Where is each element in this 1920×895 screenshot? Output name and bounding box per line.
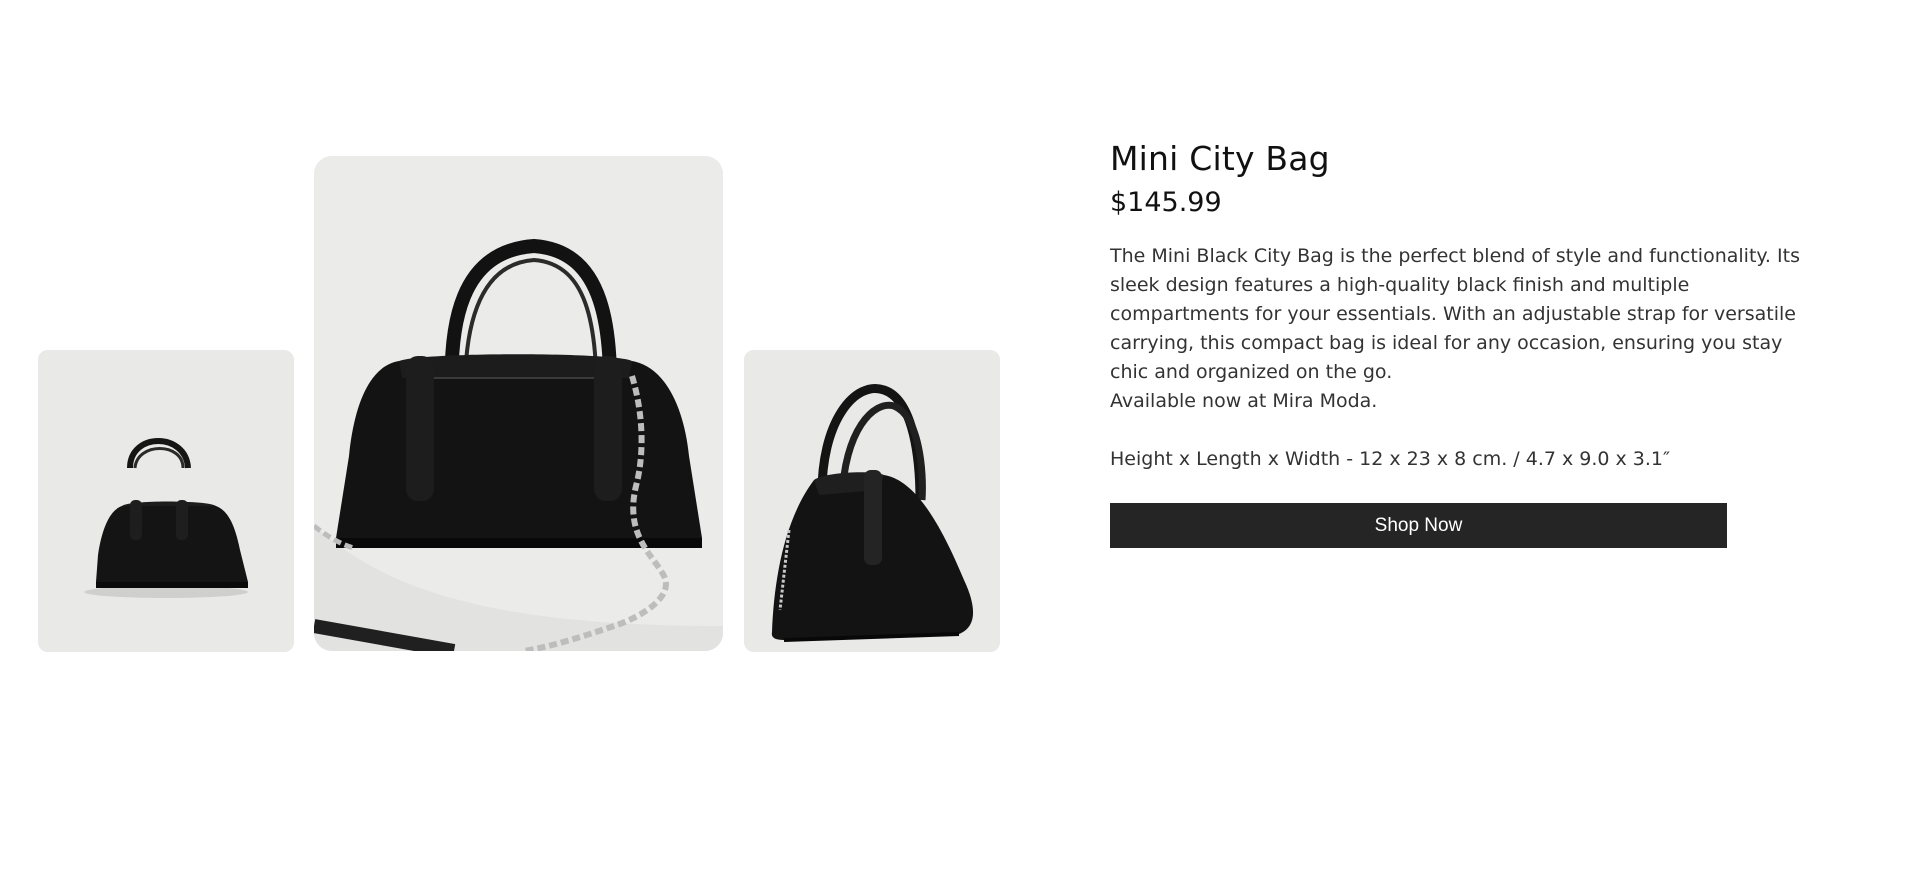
product-description: The Mini Black City Bag is the perfect b… <box>1110 245 1800 383</box>
product-image-closeup[interactable] <box>314 156 723 651</box>
product-dimensions: Height x Length x Width - 12 x 23 x 8 cm… <box>1110 448 1671 470</box>
product-availability: Available now at Mira Moda. <box>1110 390 1378 412</box>
bag-side-image <box>744 350 1000 652</box>
bag-front-image <box>38 350 294 652</box>
product-price: $145.99 <box>1110 187 1222 218</box>
bag-closeup-image <box>314 156 723 651</box>
product-image-side[interactable] <box>744 350 1000 652</box>
product-info: Mini City Bag $145.99 The Mini Black Cit… <box>1110 135 1800 548</box>
product-title: Mini City Bag <box>1110 139 1330 178</box>
product-image-front[interactable] <box>38 350 294 652</box>
shop-now-button[interactable]: Shop Now <box>1110 503 1727 548</box>
